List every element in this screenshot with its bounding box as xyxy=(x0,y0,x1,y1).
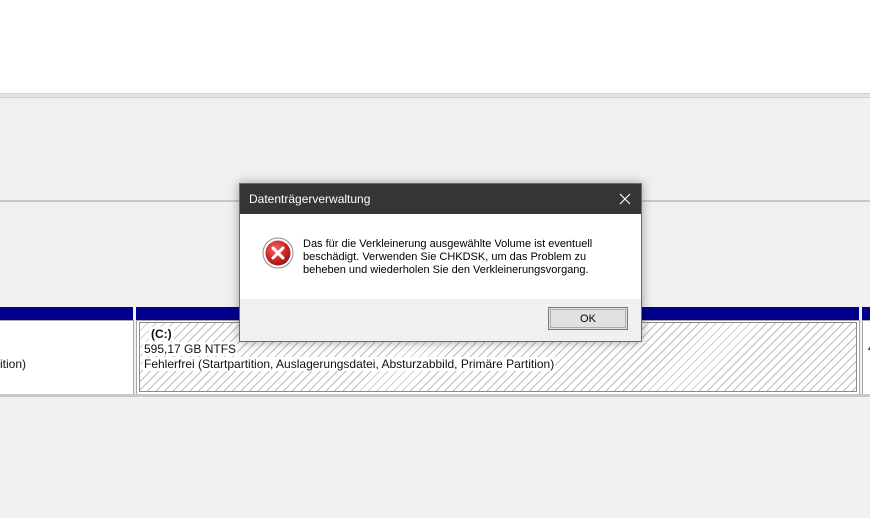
dialog-titlebar[interactable]: Datenträgerverwaltung xyxy=(240,184,641,214)
volume-left-status: ition) xyxy=(0,357,27,371)
dialog-body: Das für die Verkleinerung ausgewählte Vo… xyxy=(240,214,641,299)
dialog-message: Das für die Verkleinerung ausgewählte Vo… xyxy=(303,238,593,276)
volume-list-area xyxy=(0,0,870,93)
close-icon xyxy=(619,193,631,205)
volume-c-size: 595,17 GB NTFS xyxy=(143,342,238,356)
dialog-title: Datenträgerverwaltung xyxy=(249,192,371,206)
volume-right[interactable]: 4 xyxy=(862,320,870,395)
ok-button[interactable]: OK xyxy=(548,307,628,330)
volume-left[interactable]: ition) xyxy=(0,320,134,395)
disk-management-window: ition) (C:) 595,17 GB NTFS Fehlerfrei (S… xyxy=(0,0,870,518)
disk-row-bottom-border xyxy=(0,394,870,397)
error-icon xyxy=(262,237,294,269)
dialog-footer: OK xyxy=(240,299,641,341)
error-dialog: Datenträgerverwaltung Das für die Verkle… xyxy=(239,183,642,342)
pane-splitter[interactable] xyxy=(0,93,870,98)
volume-c-status: Fehlerfrei (Startpartition, Auslagerungs… xyxy=(143,357,556,371)
volume-c-label: (C:) xyxy=(149,327,174,341)
volume-bar-left xyxy=(0,307,133,320)
volume-bar-right xyxy=(862,307,870,320)
close-button[interactable] xyxy=(609,184,641,214)
